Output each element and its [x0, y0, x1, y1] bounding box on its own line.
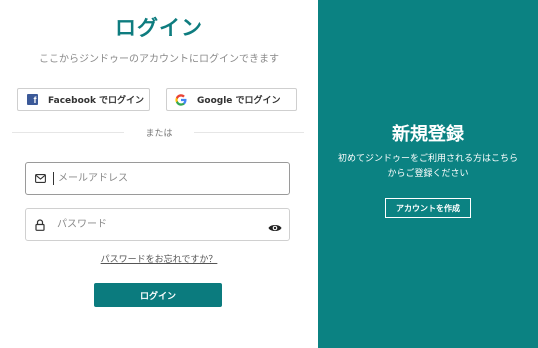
- divider-left: [12, 132, 124, 133]
- create-account-button[interactable]: アカウントを作成: [385, 198, 471, 218]
- signup-panel: 新規登録 初めてジンドゥーをご利用される方はこちらからご登録ください アカウント…: [318, 0, 538, 348]
- facebook-login-button[interactable]: f Facebook でログイン: [17, 88, 150, 111]
- google-login-label: Google でログイン: [197, 96, 281, 106]
- login-subtitle: ここからジンドゥーのアカウントにログインできます: [39, 54, 279, 65]
- email-field[interactable]: [25, 162, 290, 195]
- email-input[interactable]: [56, 172, 260, 185]
- password-field[interactable]: [25, 208, 290, 241]
- forgot-password-link[interactable]: パスワードをお忘れですか？: [0, 252, 318, 265]
- divider-right: [194, 132, 304, 133]
- text-cursor: [53, 172, 54, 185]
- facebook-login-label: Facebook でログイン: [48, 96, 145, 106]
- signup-description: 初めてジンドゥーをご利用される方はこちらからご登録ください: [338, 154, 519, 179]
- signup-title: 新規登録: [392, 124, 464, 145]
- login-panel: ログイン ここからジンドゥーのアカウントにログインできます f Facebook…: [0, 0, 318, 348]
- envelope-icon: [34, 174, 46, 183]
- or-separator: または: [145, 129, 173, 139]
- login-button[interactable]: ログイン: [94, 283, 222, 307]
- eye-icon[interactable]: [268, 219, 282, 231]
- facebook-icon: f: [26, 94, 38, 106]
- google-login-button[interactable]: Google でログイン: [166, 88, 297, 111]
- google-icon: [175, 93, 187, 106]
- lock-icon: [34, 218, 46, 231]
- password-input[interactable]: [55, 218, 259, 231]
- page-title: ログイン: [115, 16, 203, 40]
